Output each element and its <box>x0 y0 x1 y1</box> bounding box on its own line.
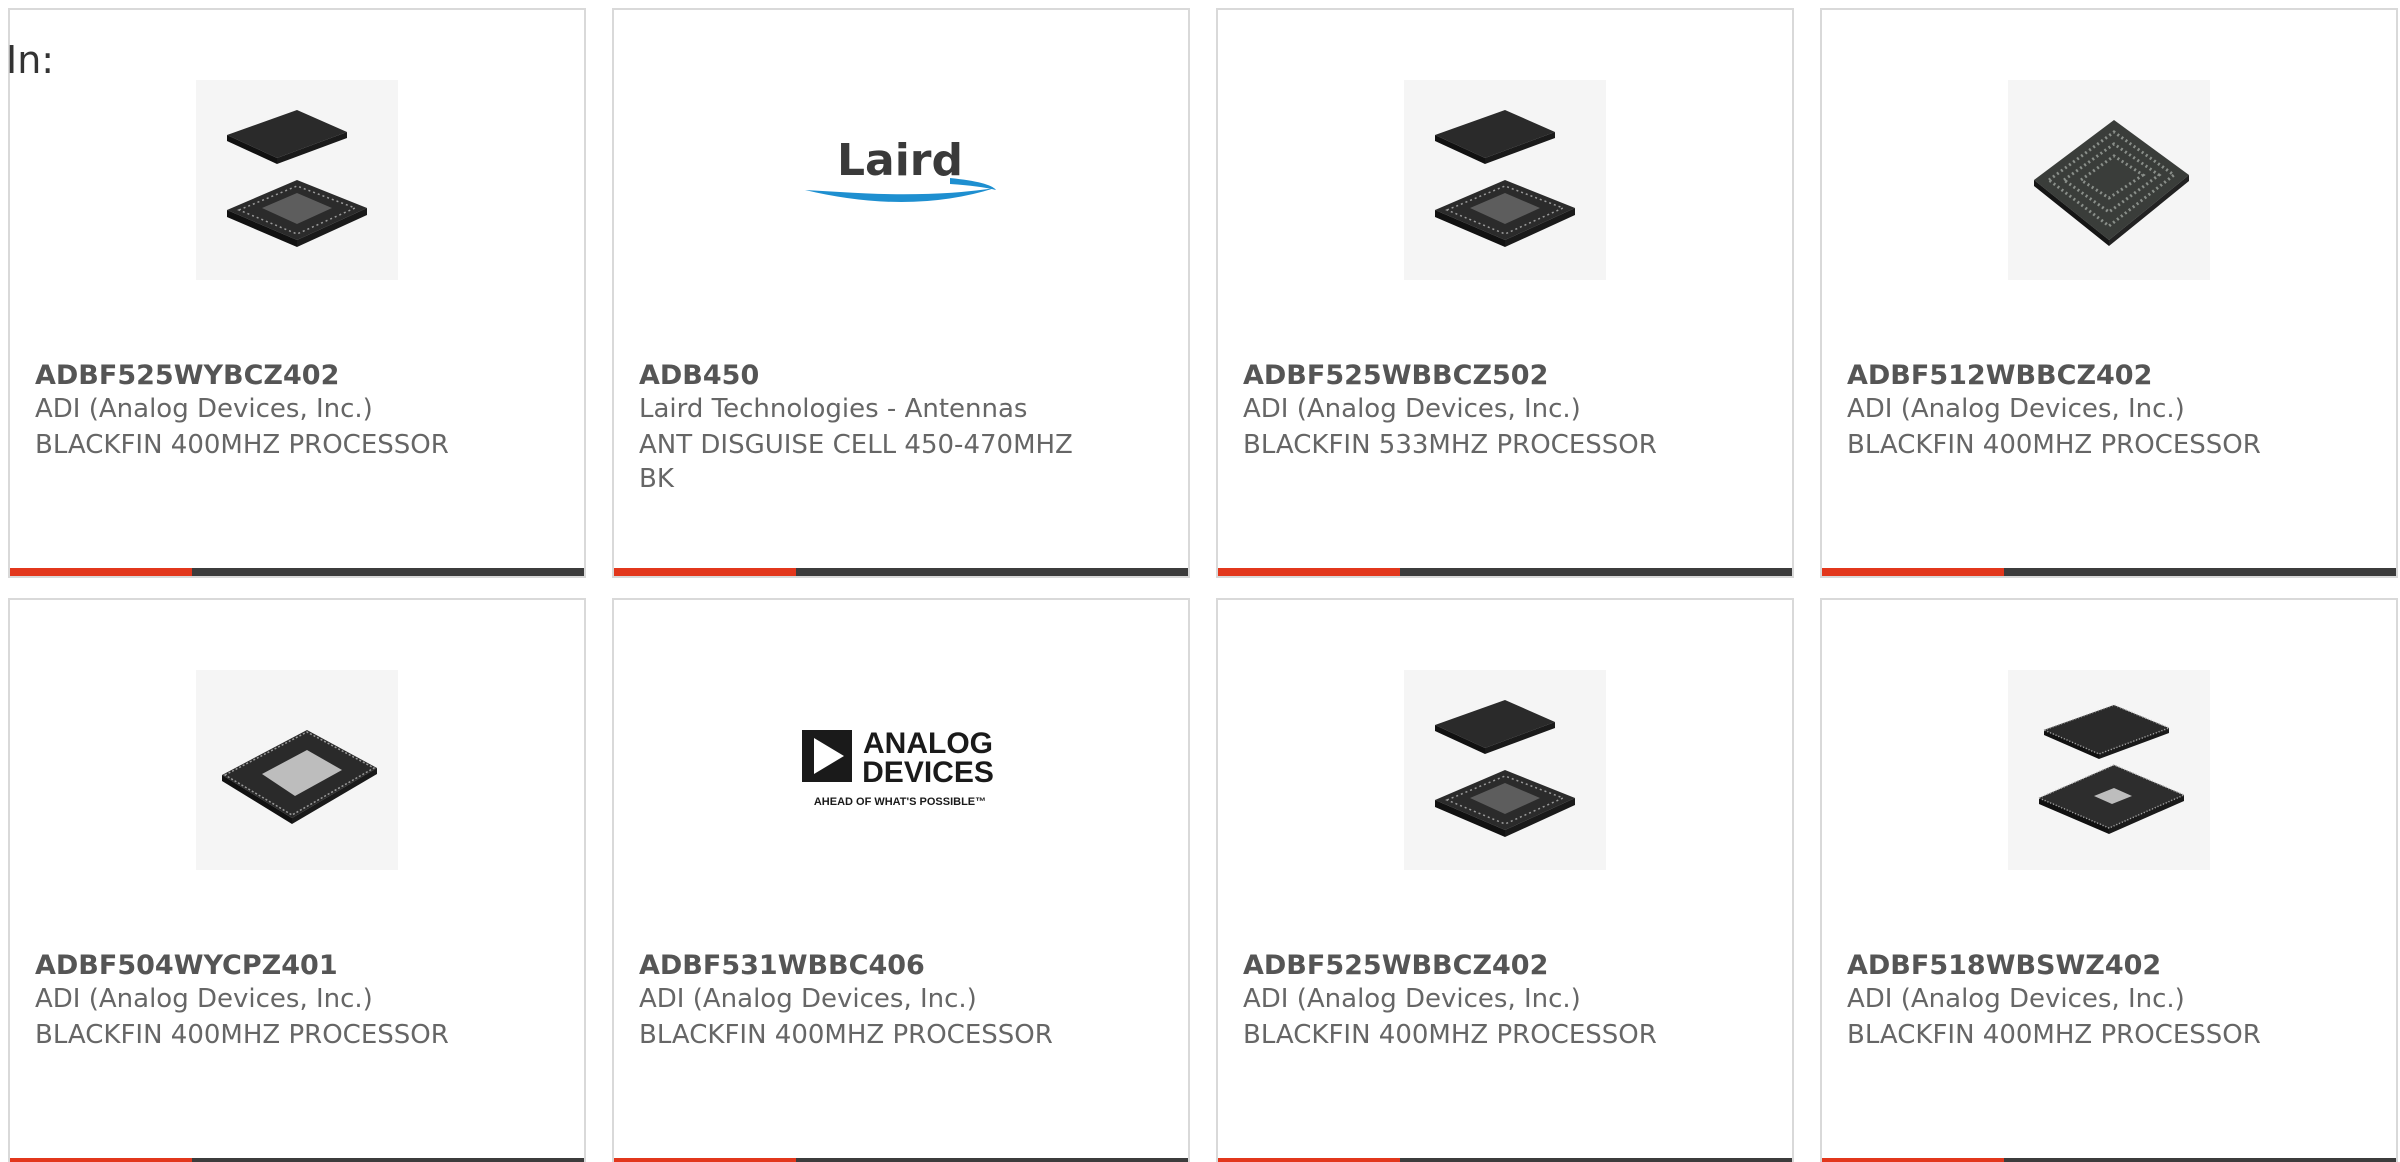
product-part-number[interactable]: ADBF504WYCPZ401 <box>35 950 338 981</box>
card-bottom-bar <box>1822 568 2396 576</box>
product-description: BLACKFIN 400MHZ PROCESSOR <box>639 1020 1053 1050</box>
product-manufacturer: ADI (Analog Devices, Inc.) <box>1847 984 2185 1014</box>
card-accent-bar <box>10 1158 192 1162</box>
product-card[interactable]: ADBF525WBBCZ402 ADI (Analog Devices, Inc… <box>1216 598 1794 1162</box>
product-description: BLACKFIN 400MHZ PROCESSOR <box>1243 1020 1657 1050</box>
product-manufacturer: ADI (Analog Devices, Inc.) <box>1243 984 1581 1014</box>
product-grid-page: In: ADBF525WYBCZ402 ADI (Analog Devices,… <box>0 0 2400 1162</box>
product-manufacturer: ADI (Analog Devices, Inc.) <box>1243 394 1581 424</box>
card-bottom-bar <box>10 1158 584 1162</box>
laird-logo-icon: Laird <box>805 135 996 203</box>
product-description: BLACKFIN 400MHZ PROCESSOR <box>35 430 449 460</box>
product-description: BLACKFIN 400MHZ PROCESSOR <box>1847 1020 2261 1050</box>
product-image[interactable] <box>2008 80 2210 280</box>
product-description: ANT DISGUISE CELL 450-470MHZ BK <box>639 430 1073 494</box>
product-card[interactable]: ADBF518WBSWZ402 ADI (Analog Devices, Inc… <box>1820 598 2398 1162</box>
product-manufacturer: ADI (Analog Devices, Inc.) <box>35 984 373 1014</box>
product-card[interactable]: ADBF525WYBCZ402 ADI (Analog Devices, Inc… <box>8 8 586 578</box>
laird-logo-text: Laird <box>837 135 963 186</box>
product-card[interactable]: ADBF504WYCPZ401 ADI (Analog Devices, Inc… <box>8 598 586 1162</box>
product-card[interactable]: ADBF525WBBCZ502 ADI (Analog Devices, Inc… <box>1216 8 1794 578</box>
card-bottom-bar <box>614 568 1188 576</box>
product-part-number[interactable]: ADB450 <box>639 360 759 391</box>
product-image[interactable] <box>196 80 398 280</box>
product-manufacturer: Laird Technologies - Antennas <box>639 394 1028 424</box>
product-image[interactable] <box>196 670 398 870</box>
product-part-number[interactable]: ADBF525WBBCZ402 <box>1243 950 1548 981</box>
product-image[interactable] <box>1404 80 1606 280</box>
product-card[interactable]: ADBF512WBBCZ402 ADI (Analog Devices, Inc… <box>1820 8 2398 578</box>
bga-chip-pair-icon <box>1435 700 1575 837</box>
product-part-number[interactable]: ADBF525WBBCZ502 <box>1243 360 1548 391</box>
card-accent-bar <box>1218 1158 1400 1162</box>
product-card[interactable]: ANALOG DEVICES AHEAD OF WHAT'S POSSIBLE™… <box>612 598 1190 1162</box>
card-bottom-bar <box>614 1158 1188 1162</box>
bga-chip-pair-icon <box>1435 110 1575 247</box>
product-card[interactable]: Laird ADB450 Laird Technologies - Antenn… <box>612 8 1190 578</box>
product-part-number[interactable]: ADBF525WYBCZ402 <box>35 360 339 391</box>
card-accent-bar <box>614 568 796 576</box>
product-manufacturer: ADI (Analog Devices, Inc.) <box>1847 394 2185 424</box>
analog-devices-logo-line2: DEVICES <box>862 756 994 789</box>
card-bottom-bar <box>1218 568 1792 576</box>
card-accent-bar <box>1822 1158 2004 1162</box>
analog-devices-logo-icon: ANALOG DEVICES AHEAD OF WHAT'S POSSIBLE™ <box>802 727 994 808</box>
product-manufacturer: ADI (Analog Devices, Inc.) <box>35 394 373 424</box>
card-bottom-bar <box>1218 1158 1792 1162</box>
card-bottom-bar <box>10 568 584 576</box>
card-accent-bar <box>10 568 192 576</box>
bga-chip-icon <box>2034 120 2189 246</box>
product-image[interactable] <box>2008 670 2210 870</box>
product-description: BLACKFIN 400MHZ PROCESSOR <box>1847 430 2261 460</box>
product-part-number[interactable]: ADBF518WBSWZ402 <box>1847 950 2161 981</box>
product-description: BLACKFIN 533MHZ PROCESSOR <box>1243 430 1657 460</box>
lqfp-chip-pair-icon <box>2037 704 2186 834</box>
product-manufacturer: ADI (Analog Devices, Inc.) <box>639 984 977 1014</box>
product-description: BLACKFIN 400MHZ PROCESSOR <box>35 1020 449 1050</box>
product-part-number[interactable]: ADBF512WBBCZ402 <box>1847 360 2152 391</box>
analog-devices-logo-tagline: AHEAD OF WHAT'S POSSIBLE™ <box>814 796 986 808</box>
in-label: In: <box>6 38 55 82</box>
card-accent-bar <box>614 1158 796 1162</box>
product-part-number[interactable]: ADBF531WBBC406 <box>639 950 925 981</box>
product-image[interactable]: Laird <box>800 80 1002 280</box>
bga-chip-pair-icon <box>227 110 367 247</box>
card-accent-bar <box>1218 568 1400 576</box>
product-image[interactable]: ANALOG DEVICES AHEAD OF WHAT'S POSSIBLE™ <box>800 670 1002 870</box>
card-accent-bar <box>1822 568 2004 576</box>
product-image[interactable] <box>1404 670 1606 870</box>
lfcsp-chip-icon <box>222 730 377 824</box>
card-bottom-bar <box>1822 1158 2396 1162</box>
